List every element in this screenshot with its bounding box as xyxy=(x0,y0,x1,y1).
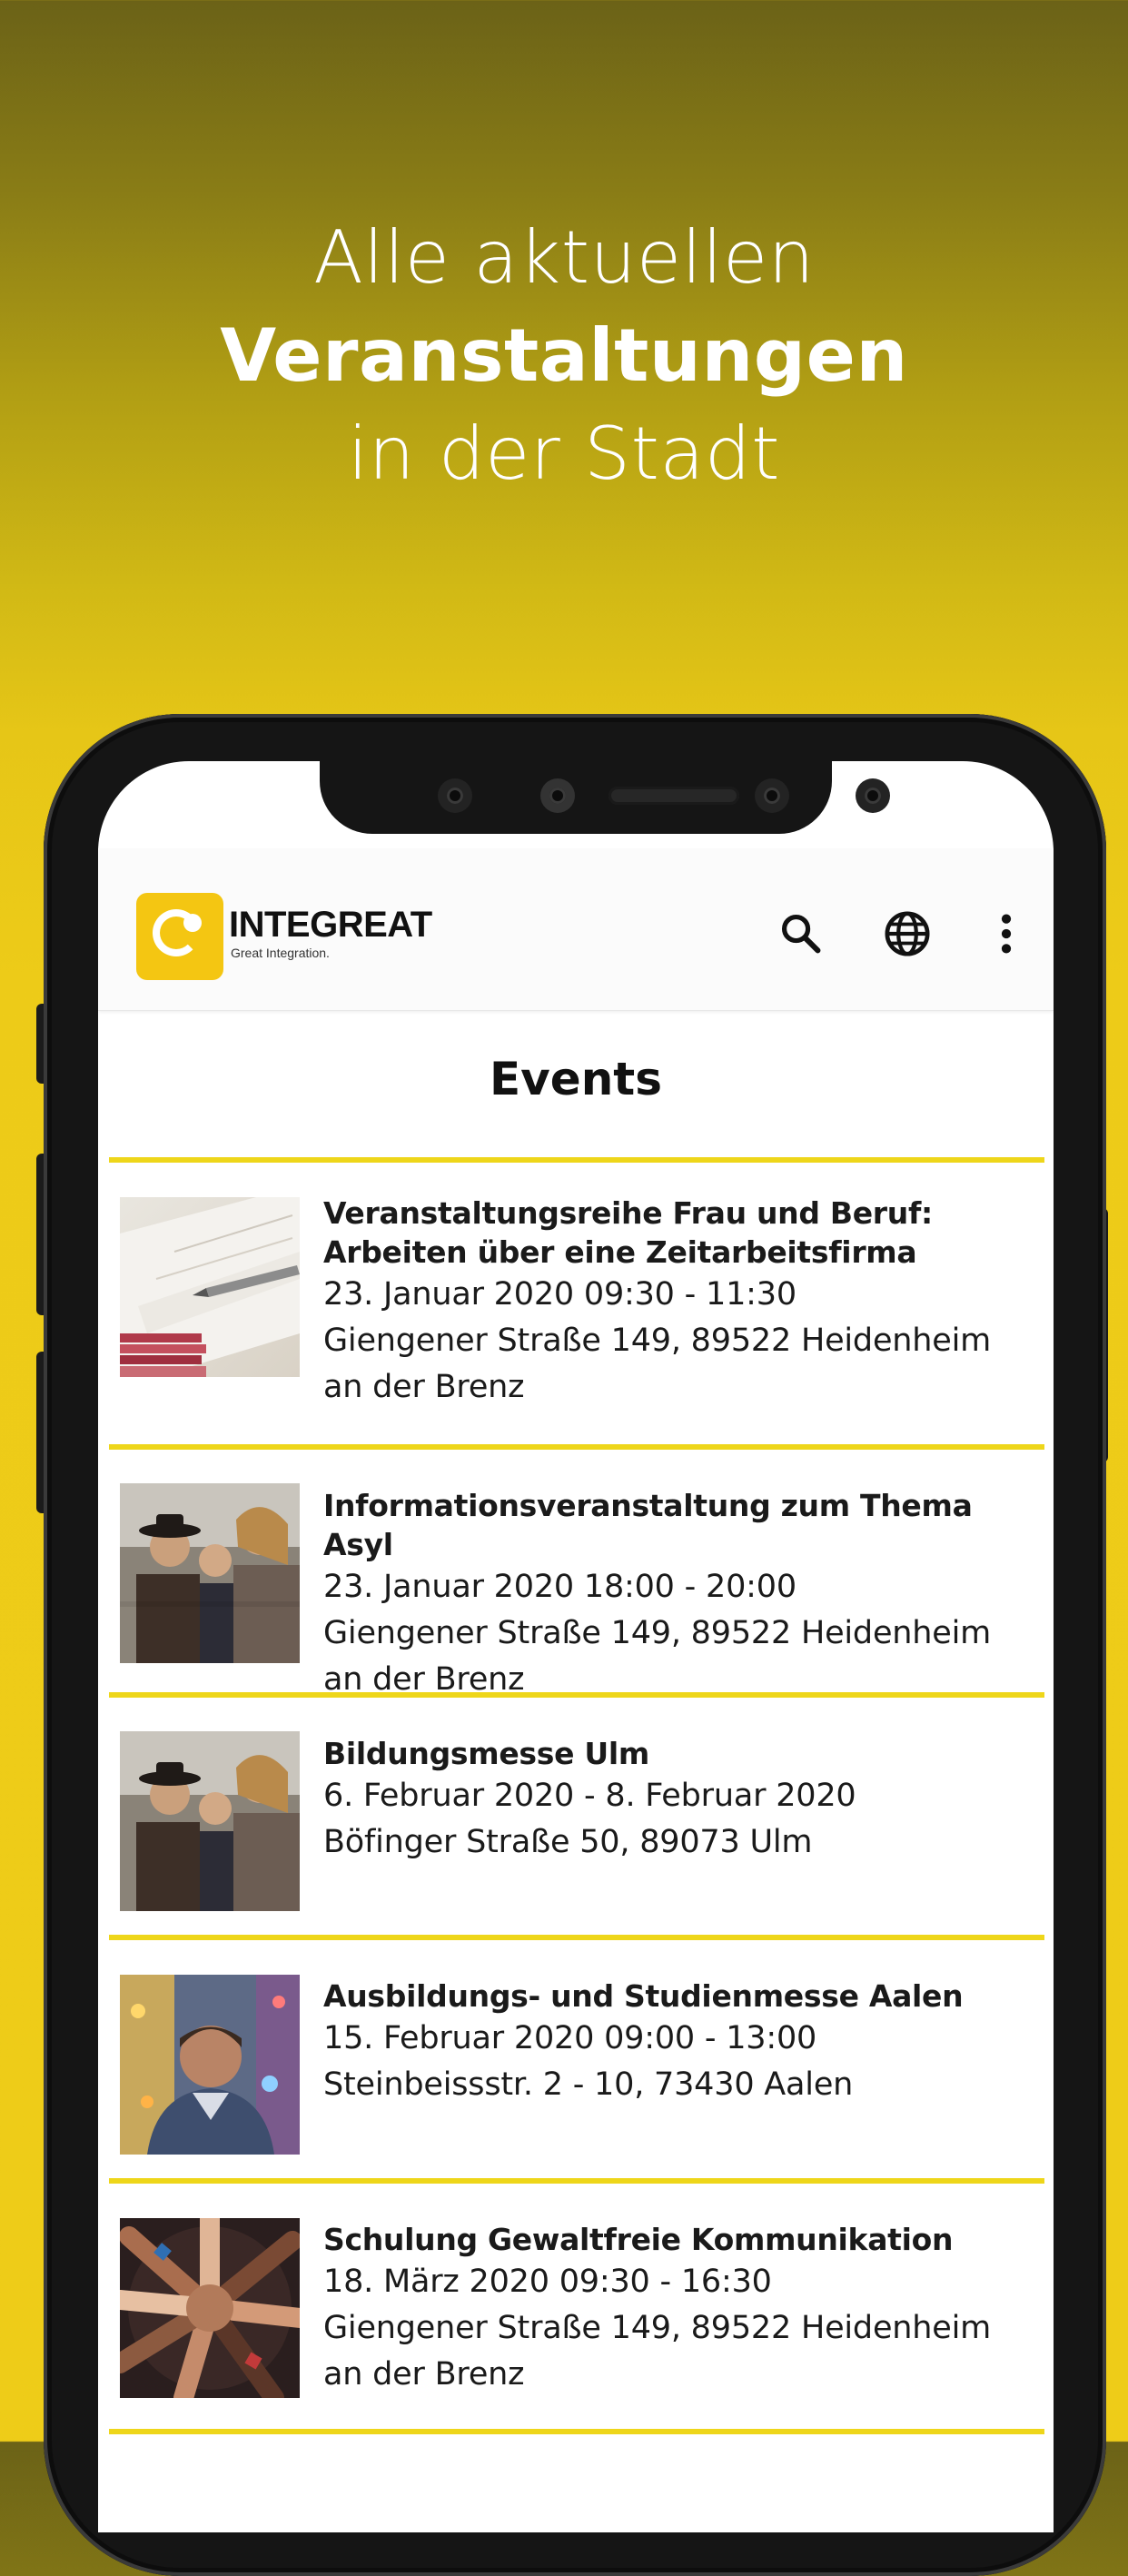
promo-headline: Alle aktuellen Veranstaltungen in der St… xyxy=(0,209,1128,503)
event-title: Schulung Gewaltfreie Kommunikation xyxy=(323,2220,1032,2259)
event-item[interactable]: Bildungsmesse Ulm 6. Februar 2020 - 8. F… xyxy=(109,1698,1044,1935)
event-item[interactable]: Veranstaltungsreihe Frau und Beruf: Arbe… xyxy=(109,1163,1044,1444)
event-address-line: Böfinger Straße 50, 89073 Ulm xyxy=(323,1824,813,1860)
event-details: Veranstaltungsreihe Frau und Beruf: Arbe… xyxy=(323,1194,1032,1411)
event-address-line: Giengener Straße 149, 89522 Heidenheim xyxy=(323,1323,991,1359)
event-details: Schulung Gewaltfreie Kommunikation 18. M… xyxy=(323,2220,1032,2398)
more-vert-icon xyxy=(1001,914,1012,954)
sensor-icon xyxy=(438,778,472,813)
event-thumbnail-group-people xyxy=(120,1483,300,1663)
event-address: Giengener Straße 149, 89522 Heidenheim a… xyxy=(323,1318,1032,1411)
headline-line-1: Alle aktuellen xyxy=(313,215,815,300)
sensor-icon xyxy=(755,778,789,813)
event-title-line: Bildungsmesse Ulm xyxy=(323,1736,649,1771)
event-title-line: Schulung Gewaltfreie Kommunikation xyxy=(323,2222,954,2257)
event-date: 23. Januar 2020 18:00 - 20:00 xyxy=(323,1569,797,1605)
event-address-line: an der Brenz xyxy=(323,2356,525,2393)
phone-screen: INTEGREAT Great Integration. Events Vera… xyxy=(98,761,1054,2532)
event-address-line: an der Brenz xyxy=(323,1369,525,1405)
event-title-line: Informationsveranstaltung zum Thema Asyl xyxy=(323,1488,973,1562)
event-title: Informationsveranstaltung zum Thema Asyl xyxy=(323,1486,1032,1564)
event-address-line: an der Brenz xyxy=(323,1661,525,1698)
event-address: Giengener Straße 149, 89522 Heidenheim a… xyxy=(323,2305,1032,2398)
event-item[interactable]: Ausbildungs- und Studienmesse Aalen 15. … xyxy=(109,1940,1044,2178)
event-details: Informationsveranstaltung zum Thema Asyl… xyxy=(323,1486,1032,1703)
list-divider xyxy=(109,2429,1044,2434)
camera-icon xyxy=(540,778,575,813)
event-date: 23. Januar 2020 09:30 - 11:30 xyxy=(323,1276,797,1313)
event-title-line: Arbeiten über eine Zeitarbeitsfirma xyxy=(323,1234,917,1270)
app-bar: INTEGREAT Great Integration. xyxy=(98,848,1054,1011)
event-address-line: Giengener Straße 149, 89522 Heidenheim xyxy=(323,2310,991,2346)
event-date: 15. Februar 2020 09:00 - 13:00 xyxy=(323,2020,817,2056)
event-address: Giengener Straße 149, 89522 Heidenheim a… xyxy=(323,1610,1032,1703)
event-thumbnail-book-pen xyxy=(120,1197,300,1377)
headline-line-2: Veranstaltungen xyxy=(220,313,908,398)
event-date: 18. März 2020 09:30 - 16:30 xyxy=(323,2264,772,2300)
event-address-line: Steinbeissstr. 2 - 10, 73430 Aalen xyxy=(323,2066,854,2103)
search-button[interactable] xyxy=(768,901,834,966)
earpiece-speaker xyxy=(609,787,739,805)
event-thumbnail-group-people xyxy=(120,1731,300,1911)
event-details: Ausbildungs- und Studienmesse Aalen 15. … xyxy=(323,1977,1032,2108)
event-details: Bildungsmesse Ulm 6. Februar 2020 - 8. F… xyxy=(323,1734,1032,1866)
globe-icon xyxy=(885,911,930,956)
phone-notch xyxy=(320,761,890,834)
page-title: Events xyxy=(490,1053,662,1105)
integreat-logo-icon[interactable] xyxy=(136,893,223,980)
language-button[interactable] xyxy=(875,901,940,966)
event-thumbnail-man-city xyxy=(120,1975,300,2155)
overflow-menu-button[interactable] xyxy=(974,901,1039,966)
headline-line-3: in der Stadt xyxy=(348,411,780,496)
event-title-line: Ausbildungs- und Studienmesse Aalen xyxy=(323,1978,964,2014)
sensor-icon xyxy=(856,778,890,813)
event-title-line: Veranstaltungsreihe Frau und Beruf: xyxy=(323,1195,933,1231)
event-address: Steinbeissstr. 2 - 10, 73430 Aalen xyxy=(323,2062,1032,2108)
event-item[interactable]: Schulung Gewaltfreie Kommunikation 18. M… xyxy=(109,2184,1044,2429)
logo-tagline: Great Integration. xyxy=(231,946,330,960)
event-title: Ausbildungs- und Studienmesse Aalen xyxy=(323,1977,1032,2016)
event-address: Böfinger Straße 50, 89073 Ulm xyxy=(323,1819,1032,1866)
event-title: Veranstaltungsreihe Frau und Beruf: Arbe… xyxy=(323,1194,1032,1272)
event-date: 6. Februar 2020 - 8. Februar 2020 xyxy=(323,1778,856,1814)
event-item[interactable]: Informationsveranstaltung zum Thema Asyl… xyxy=(109,1450,1044,1698)
event-title: Bildungsmesse Ulm xyxy=(323,1734,1032,1773)
event-thumbnail-hands-together xyxy=(120,2218,300,2398)
event-address-line: Giengener Straße 149, 89522 Heidenheim xyxy=(323,1615,991,1651)
events-list: Veranstaltungsreihe Frau und Beruf: Arbe… xyxy=(109,1157,1044,2434)
search-icon xyxy=(781,914,821,954)
logo-text[interactable]: INTEGREAT xyxy=(229,907,432,943)
